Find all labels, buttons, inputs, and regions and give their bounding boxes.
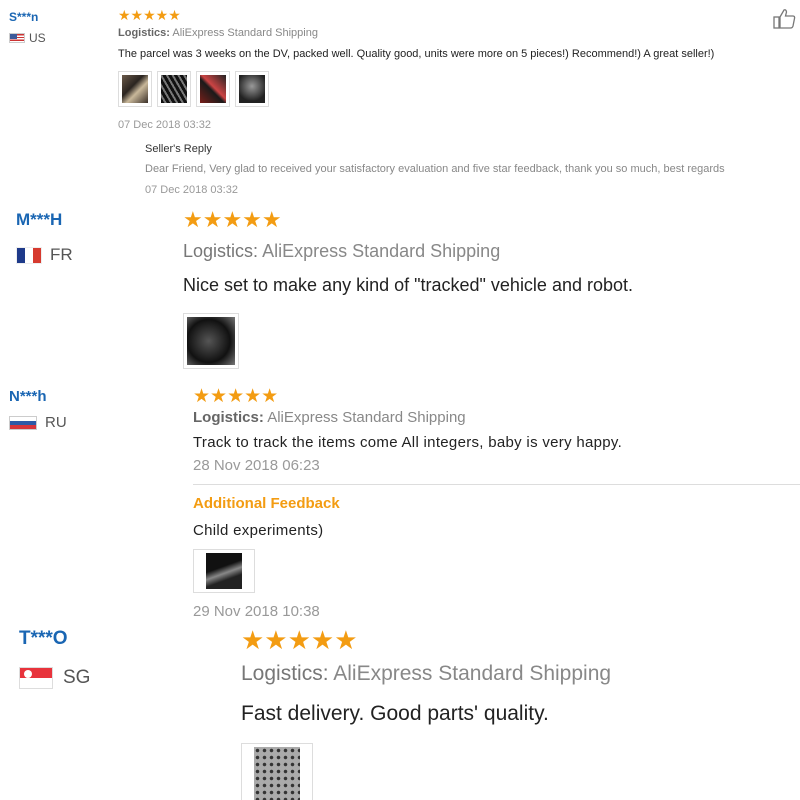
review-photo[interactable] [193,549,255,593]
logistics-value: AliExpress Standard Shipping [262,241,501,261]
reviewer-country: RU [9,414,67,431]
reviewer-name[interactable]: N***h [9,388,47,405]
star-rating: ★★★★★ [118,7,181,23]
divider [193,484,800,485]
additional-feedback-date: 29 Nov 2018 10:38 [193,603,320,620]
logistics-info: Logistics: AliExpress Standard Shipping [118,27,318,39]
review-photo[interactable] [196,71,230,107]
star-rating: ★★★★★ [241,625,358,655]
logistics-info: Logistics: AliExpress Standard Shipping [241,662,611,686]
review-date: 07 Dec 2018 03:32 [118,119,211,131]
logistics-value: AliExpress Standard Shipping [333,662,612,685]
review-photo[interactable] [157,71,191,107]
review-item: T***O SG ★★★★★ Logistics: AliExpress Sta… [0,625,800,800]
logistics-label: Logistics: [118,27,170,39]
logistics-label: Logistics: [241,662,329,685]
review-text: Track to track the items come All intege… [193,434,623,451]
reviewer-country: SG [19,667,90,689]
seller-reply-title: Seller's Reply [145,143,212,155]
reviewer-country: US [9,31,46,45]
logistics-info: Logistics: AliExpress Standard Shipping [183,241,500,262]
country-code: FR [50,245,73,264]
review-photo[interactable] [183,313,239,369]
logistics-label: Logistics: [193,409,264,426]
review-text: Nice set to make any kind of "tracked" v… [183,275,634,295]
flag-fr-icon [16,246,42,264]
seller-reply-date: 07 Dec 2018 03:32 [145,184,238,196]
logistics-value: AliExpress Standard Shipping [267,409,466,426]
star-rating: ★★★★★ [193,386,279,407]
reviewer-country: FR [16,245,73,265]
country-code: SG [63,667,91,688]
reviewer-name[interactable]: M***H [16,210,62,230]
country-code: RU [45,414,67,431]
additional-feedback-title: Additional Feedback [193,495,340,512]
flag-ru-icon [9,415,37,430]
review-photos [118,71,269,107]
review-text: Fast delivery. Good parts' quality. [241,702,549,725]
flag-sg-icon [19,667,53,689]
seller-reply-text: Dear Friend, Very glad to received your … [145,163,725,175]
reviewer-name[interactable]: S***n [9,10,38,24]
logistics-label: Logistics: [183,241,259,261]
review-item: M***H FR ★★★★★ Logistics: AliExpress Sta… [0,205,800,385]
review-item: S***n US ★★★★★ Logistics: AliExpress Sta… [0,0,800,205]
review-item: N***h RU ★★★★★ Logistics: AliExpress Sta… [0,385,800,625]
review-photo[interactable] [118,71,152,107]
review-photo[interactable] [241,743,313,800]
flag-us-icon [9,33,25,43]
thumbs-up-icon[interactable] [773,8,799,30]
logistics-value: AliExpress Standard Shipping [172,27,318,39]
review-text: The parcel was 3 weeks on the DV, packed… [118,48,715,60]
star-rating: ★★★★★ [183,207,282,232]
review-photo[interactable] [235,71,269,107]
country-code: US [29,31,46,45]
reviewer-name[interactable]: T***O [19,628,68,650]
additional-feedback-text: Child experiments) [193,522,324,539]
logistics-info: Logistics: AliExpress Standard Shipping [193,409,466,426]
review-date: 28 Nov 2018 06:23 [193,457,320,474]
